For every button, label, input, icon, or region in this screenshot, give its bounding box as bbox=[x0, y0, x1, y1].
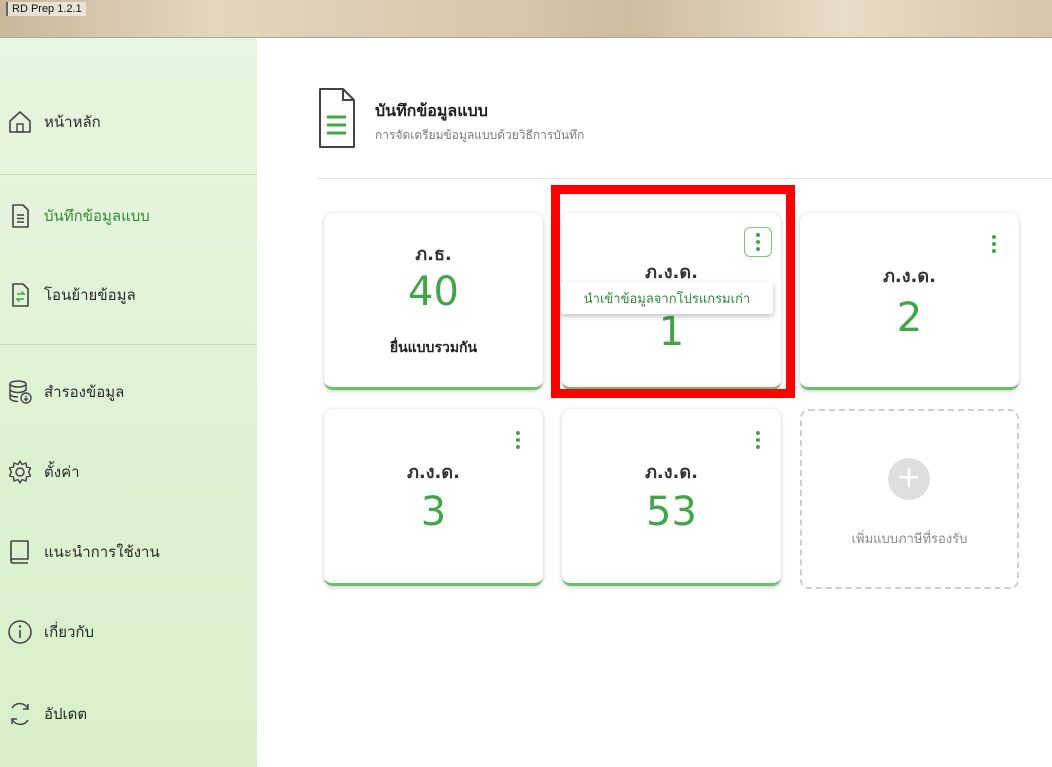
add-form-label: เพิ่มแบบภาษีที่รองรับ bbox=[851, 532, 968, 547]
sidebar-item-settings[interactable]: ตั้งค่า bbox=[0, 452, 257, 492]
sidebar-item-label: โอนย้ายข้อมูล bbox=[44, 286, 136, 304]
database-backup-icon bbox=[6, 378, 34, 406]
form-card[interactable]: ภ.ง.ด. 3 bbox=[324, 409, 543, 586]
form-card[interactable]: ภ.ง.ด. 53 bbox=[562, 409, 781, 586]
more-options-button[interactable] bbox=[980, 229, 1008, 259]
form-count: 3 bbox=[420, 489, 447, 535]
sidebar-item-about[interactable]: เกี่ยวกับ bbox=[0, 612, 257, 652]
more-options-button[interactable] bbox=[744, 425, 772, 455]
gear-icon bbox=[6, 458, 34, 486]
sidebar-item-label: เกี่ยวกับ bbox=[44, 623, 95, 641]
form-note: ยื่นแบบรวมกัน bbox=[389, 340, 478, 356]
plus-icon: + bbox=[888, 458, 930, 500]
sidebar-item-label: อัปเดต bbox=[44, 705, 88, 723]
sidebar-item-label: แนะนำการใช้งาน bbox=[44, 543, 160, 561]
form-card[interactable]: ภ.ธ. 40 ยื่นแบบรวมกัน bbox=[324, 213, 543, 390]
sidebar-item-update[interactable]: อัปเดต bbox=[0, 694, 257, 734]
document-list-icon bbox=[6, 202, 34, 230]
info-icon bbox=[6, 618, 34, 646]
sidebar-divider bbox=[0, 174, 257, 175]
document-list-icon bbox=[318, 87, 356, 149]
book-icon bbox=[6, 538, 34, 566]
form-count: 2 bbox=[896, 295, 923, 341]
page-title: บันทึกข้อมูลแบบ bbox=[375, 101, 488, 120]
form-card[interactable]: ภ.ง.ด. 2 bbox=[800, 213, 1019, 390]
form-count: 40 bbox=[408, 269, 459, 315]
form-name: ภ.ธ. bbox=[415, 244, 452, 265]
home-icon bbox=[6, 108, 34, 136]
sidebar-divider bbox=[0, 344, 257, 345]
kebab-menu-icon bbox=[756, 431, 760, 449]
sidebar-item-backup[interactable]: สำรองข้อมูล bbox=[0, 372, 257, 412]
form-name: ภ.ง.ด. bbox=[883, 266, 936, 287]
more-options-button[interactable] bbox=[744, 227, 772, 257]
kebab-menu-icon bbox=[756, 233, 760, 251]
sidebar-item-home[interactable]: หน้าหลัก bbox=[0, 102, 257, 142]
kebab-menu-icon bbox=[516, 431, 520, 449]
sidebar-item-transfer[interactable]: โอนย้ายข้อมูล bbox=[0, 275, 257, 315]
kebab-menu-icon bbox=[992, 235, 996, 253]
sidebar-item-label: สำรองข้อมูล bbox=[44, 383, 125, 401]
add-form-card[interactable]: + เพิ่มแบบภาษีที่รองรับ bbox=[800, 409, 1019, 589]
sidebar-item-label: บันทึกข้อมูลแบบ bbox=[44, 207, 150, 225]
sidebar-item-guide[interactable]: แนะนำการใช้งาน bbox=[0, 532, 257, 572]
sidebar-item-label: ตั้งค่า bbox=[44, 463, 80, 481]
form-name: ภ.ง.ด. bbox=[645, 462, 698, 483]
form-count: 53 bbox=[646, 489, 697, 535]
header-divider bbox=[318, 178, 1052, 179]
window-titlebar: RD Prep 1.2.1 bbox=[0, 0, 1052, 38]
more-options-button[interactable] bbox=[504, 425, 532, 455]
file-transfer-icon bbox=[6, 281, 34, 309]
sidebar-item-record-forms[interactable]: บันทึกข้อมูลแบบ bbox=[0, 196, 257, 236]
import-legacy-data-menu-item[interactable]: นำเข้าข้อมูลจากโปรแกรมเก่า bbox=[561, 282, 773, 314]
refresh-icon bbox=[6, 700, 34, 728]
page-subtitle: การจัดเตรียมข้อมูลแบบด้วยวิธีการบันทึก bbox=[375, 128, 585, 142]
window-title: RD Prep 1.2.1 bbox=[6, 2, 86, 16]
sidebar: หน้าหลัก บันทึกข้อมูลแบบ โอนย้ายข้อมูล ส… bbox=[0, 38, 257, 767]
form-count: 1 bbox=[658, 309, 685, 355]
sidebar-item-label: หน้าหลัก bbox=[44, 113, 101, 131]
form-name: ภ.ง.ด. bbox=[407, 462, 460, 483]
